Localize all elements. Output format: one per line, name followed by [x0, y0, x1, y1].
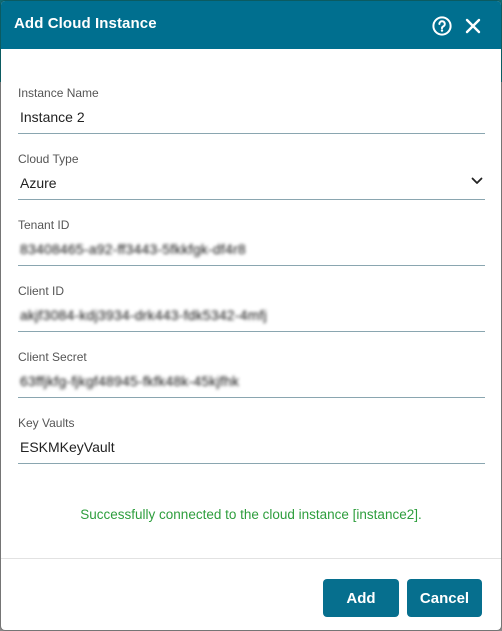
cloud-type-value[interactable]: Azure [20, 175, 57, 191]
client-secret-label: Client Secret [18, 350, 87, 364]
key-vaults-underline [18, 463, 485, 464]
add-cloud-instance-dialog: Add Cloud Instance Instance Name Instanc… [1, 1, 501, 630]
instance-name-underline [18, 133, 485, 134]
tenant-id-label: Tenant ID [18, 218, 70, 232]
tenant-id-underline [18, 265, 485, 266]
tenant-id-input[interactable]: 83408465-a92-ff3443-5fkkfgk-df4r8 [20, 241, 246, 257]
client-id-label: Client ID [18, 284, 65, 298]
client-secret-underline [18, 397, 485, 398]
cancel-button[interactable]: Cancel [407, 579, 482, 617]
client-id-underline [18, 331, 485, 332]
footer-divider [1, 558, 501, 559]
cloud-type-underline [18, 199, 485, 200]
key-vaults-input[interactable]: ESKMKeyVault [20, 439, 115, 455]
dialog-header: Add Cloud Instance [1, 1, 501, 49]
key-vaults-label: Key Vaults [18, 416, 75, 430]
cloud-type-label: Cloud Type [18, 152, 79, 166]
instance-name-label: Instance Name [18, 86, 99, 100]
help-icon[interactable] [432, 16, 452, 36]
add-button[interactable]: Add [323, 579, 399, 617]
instance-name-input[interactable]: Instance 2 [20, 109, 85, 125]
dialog-title: Add Cloud Instance [14, 15, 157, 32]
client-id-input[interactable]: akjf3084-kdj3934-drk443-fdk5342-4mfj [20, 307, 267, 323]
close-icon[interactable] [464, 17, 482, 35]
chevron-down-icon[interactable] [471, 177, 483, 185]
connection-status-message: Successfully connected to the cloud inst… [80, 507, 422, 522]
client-secret-input[interactable]: 63ffjkfg-fjkgf48945-fkfk48k-45kjfhk [20, 373, 239, 389]
